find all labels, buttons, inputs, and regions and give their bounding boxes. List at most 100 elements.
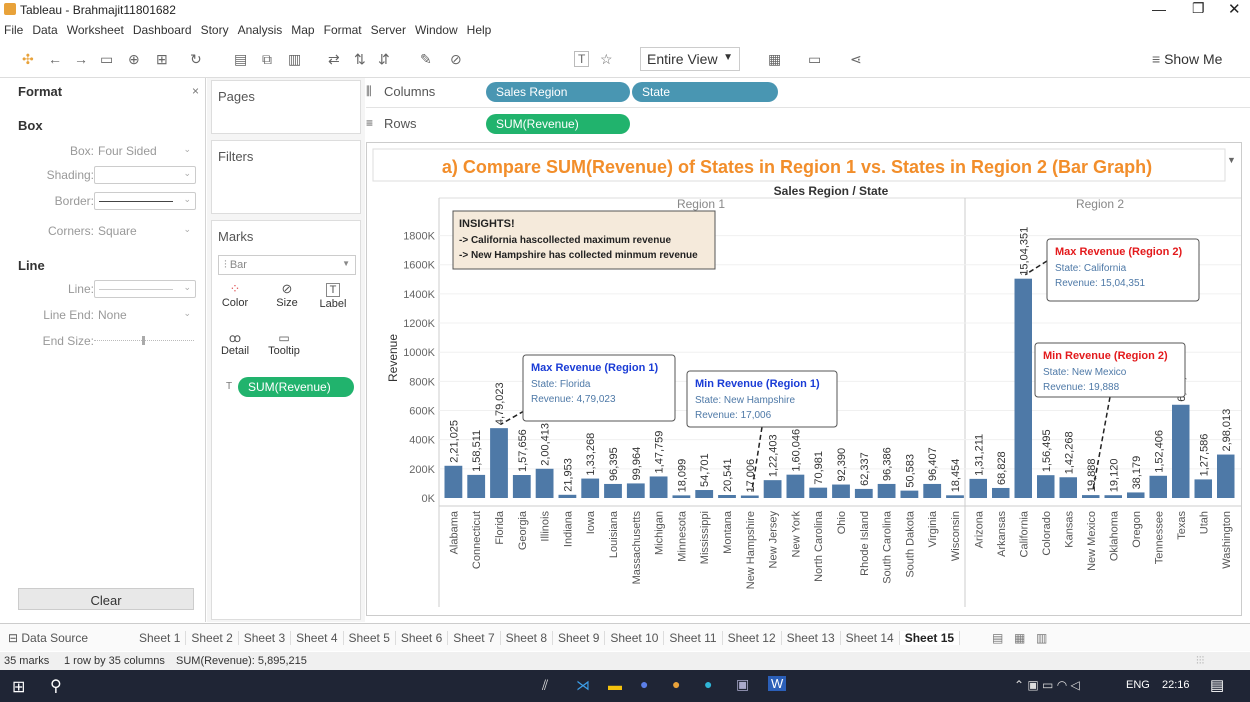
pages-card[interactable]: Pages bbox=[211, 80, 361, 134]
bar-south-dakota[interactable] bbox=[900, 490, 919, 498]
back-icon[interactable]: ← bbox=[48, 51, 62, 67]
sheet-tab-8[interactable]: Sheet 8 bbox=[501, 631, 553, 645]
group-icon[interactable]: ⊘ bbox=[450, 51, 462, 68]
sheet-tab-2[interactable]: Sheet 2 bbox=[186, 631, 239, 645]
swap-icon[interactable]: ⇄ bbox=[328, 51, 340, 68]
close-button[interactable]: ✕ bbox=[1228, 0, 1241, 18]
menu-window[interactable]: Window bbox=[415, 23, 458, 37]
sort-desc-icon[interactable]: ⇵ bbox=[378, 51, 390, 68]
sort-asc-icon[interactable]: ⇅ bbox=[354, 51, 366, 68]
menu-format[interactable]: Format bbox=[324, 23, 362, 37]
bar-illinois[interactable] bbox=[535, 468, 554, 498]
maximize-button[interactable]: ❐ bbox=[1192, 0, 1205, 17]
bar-louisiana[interactable] bbox=[604, 483, 622, 498]
sheet-tab-6[interactable]: Sheet 6 bbox=[396, 631, 449, 645]
new-worksheet-tab-icon[interactable]: ▤ bbox=[992, 631, 1003, 645]
sales-region-pill[interactable]: Sales Region bbox=[486, 82, 630, 102]
bar-washington[interactable] bbox=[1217, 454, 1235, 498]
minimize-button[interactable]: — bbox=[1152, 1, 1166, 17]
title-menu-icon[interactable]: ▼ bbox=[1227, 155, 1236, 165]
bar-michigan[interactable] bbox=[649, 476, 668, 498]
bar-new-mexico[interactable] bbox=[1082, 495, 1100, 498]
sheet-tab-15[interactable]: Sheet 15 bbox=[899, 631, 961, 645]
sheet-tab-10[interactable]: Sheet 10 bbox=[605, 631, 665, 645]
slider-thumb[interactable] bbox=[142, 336, 145, 345]
sheet-tab-1[interactable]: Sheet 1 bbox=[134, 631, 187, 645]
bar-indiana[interactable] bbox=[558, 494, 577, 498]
filters-card[interactable]: Filters bbox=[211, 140, 361, 214]
menu-dashboard[interactable]: Dashboard bbox=[133, 23, 192, 37]
mark-type-select[interactable]: ⫶ Bar ▼ bbox=[218, 255, 356, 275]
state-pill[interactable]: State bbox=[632, 82, 778, 102]
bar-colorado[interactable] bbox=[1037, 475, 1055, 498]
bar-utah[interactable] bbox=[1194, 479, 1213, 498]
vscode-task-icon[interactable]: ⋊ bbox=[576, 677, 590, 694]
notifications-icon[interactable]: ▤ bbox=[1210, 676, 1224, 694]
revenue-label-pill[interactable]: SUM(Revenue) bbox=[238, 377, 354, 397]
tab-nav-icon[interactable]: ⫶⫶⫶ bbox=[1196, 655, 1204, 668]
bar-georgia[interactable] bbox=[512, 475, 531, 498]
refresh-icon[interactable]: ↻ bbox=[190, 51, 202, 68]
detail-shelf[interactable]: ꝏ Detail bbox=[218, 331, 252, 357]
bar-kansas[interactable] bbox=[1059, 477, 1078, 498]
app-task-icon[interactable]: ● bbox=[640, 676, 648, 692]
bar-tennessee[interactable] bbox=[1149, 475, 1168, 498]
tooltip-shelf[interactable]: ▭ Tooltip bbox=[264, 331, 304, 357]
menu-help[interactable]: Help bbox=[467, 23, 492, 37]
forward-icon[interactable]: → bbox=[74, 51, 88, 67]
clock[interactable]: 22:16 bbox=[1162, 679, 1190, 691]
duplicate-icon[interactable]: ⧉ bbox=[262, 51, 272, 68]
clear-sheet-icon[interactable]: ▥ bbox=[288, 51, 301, 68]
new-datasource-icon[interactable]: ⊕ bbox=[128, 51, 140, 68]
sheet-tab-3[interactable]: Sheet 3 bbox=[239, 631, 292, 645]
new-dashboard-tab-icon[interactable]: ▦ bbox=[1014, 631, 1025, 645]
revenue-row-pill[interactable]: SUM(Revenue) bbox=[486, 114, 630, 134]
line-select[interactable]: ⌄ bbox=[94, 280, 196, 298]
bar-south-carolina[interactable] bbox=[877, 483, 896, 498]
new-worksheet-icon[interactable]: ▤ bbox=[234, 51, 247, 68]
sheet-tab-12[interactable]: Sheet 12 bbox=[723, 631, 782, 645]
tableau-task-icon[interactable]: ⫽ bbox=[542, 677, 548, 694]
tableau-app-task-icon[interactable]: ▣ bbox=[736, 676, 749, 693]
new-story-tab-icon[interactable]: ▥ bbox=[1036, 631, 1047, 645]
bar-arkansas[interactable] bbox=[992, 487, 1010, 498]
menu-story[interactable]: Story bbox=[201, 23, 229, 37]
menu-analysis[interactable]: Analysis bbox=[238, 23, 283, 37]
windows-start-icon[interactable]: ⊞ bbox=[12, 677, 25, 697]
save-icon[interactable]: ▭ bbox=[100, 51, 113, 68]
bar-mississippi[interactable] bbox=[695, 490, 714, 498]
pause-icon[interactable]: ⊞ bbox=[156, 51, 168, 68]
box-select[interactable]: Four Sided ⌄ bbox=[94, 142, 196, 160]
sheet-tab-9[interactable]: Sheet 9 bbox=[553, 631, 606, 645]
tray-icons[interactable]: ⌃ ▣ ▭ ◠ ◁ bbox=[1014, 678, 1080, 692]
language-indicator[interactable]: ENG bbox=[1126, 679, 1150, 691]
shading-select[interactable]: ⌄ bbox=[94, 166, 196, 184]
bar-ohio[interactable] bbox=[832, 484, 850, 498]
border-select[interactable]: ⌄ bbox=[94, 192, 196, 210]
cards-icon[interactable]: ▦ bbox=[768, 51, 781, 68]
bar-new-jersey[interactable] bbox=[763, 480, 782, 498]
bar-wisconsin[interactable] bbox=[946, 495, 964, 498]
menu-file[interactable]: File bbox=[4, 23, 23, 37]
bar-montana[interactable] bbox=[718, 495, 736, 498]
view-mode-select[interactable]: Entire View ▼ bbox=[640, 47, 740, 71]
bar-alabama[interactable] bbox=[444, 465, 463, 498]
end-size-slider[interactable] bbox=[94, 336, 194, 345]
label-shelf[interactable]: T Label bbox=[316, 281, 350, 310]
corners-select[interactable]: Square ⌄ bbox=[94, 222, 196, 240]
fix-axes-icon[interactable]: ☆ bbox=[600, 51, 613, 68]
bar-oklahoma[interactable] bbox=[1104, 495, 1123, 498]
show-me-button[interactable]: ≡ Show Me bbox=[1152, 51, 1222, 67]
menu-data[interactable]: Data bbox=[32, 23, 57, 37]
bar-oregon[interactable] bbox=[1127, 492, 1145, 498]
line-end-select[interactable]: None ⌄ bbox=[94, 306, 196, 324]
files-task-icon[interactable]: ▬ bbox=[608, 677, 622, 693]
clear-button[interactable]: Clear bbox=[18, 588, 194, 610]
bar-iowa[interactable] bbox=[581, 478, 600, 498]
chrome-task-icon[interactable]: ● bbox=[672, 676, 680, 692]
presentation-icon[interactable]: ▭ bbox=[808, 51, 821, 68]
bar-north-carolina[interactable] bbox=[809, 487, 828, 498]
bar-new-york[interactable] bbox=[786, 474, 805, 498]
bar-california[interactable] bbox=[1014, 278, 1033, 498]
bar-virginia[interactable] bbox=[923, 483, 942, 498]
